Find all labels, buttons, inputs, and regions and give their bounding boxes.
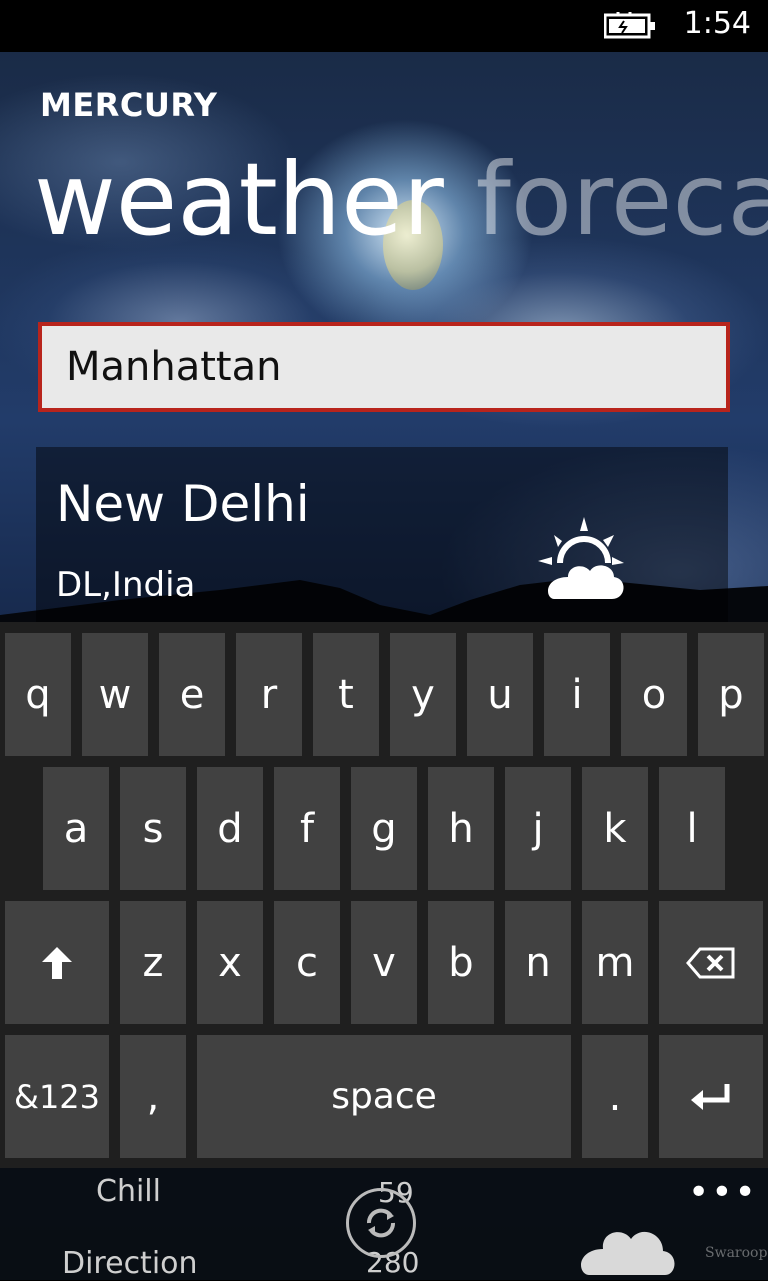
key-i[interactable]: i [544, 633, 610, 756]
key-j[interactable]: j [505, 767, 571, 890]
search-input[interactable] [42, 326, 726, 408]
clock: 1:54 [683, 6, 751, 41]
key-n[interactable]: n [505, 901, 571, 1024]
refresh-icon [366, 1208, 396, 1238]
key-b[interactable]: b [428, 901, 494, 1024]
chill-label: Chill [96, 1174, 161, 1209]
direction-label: Direction [62, 1246, 198, 1281]
pivot-item-forecast[interactable]: foreca [476, 141, 768, 258]
search-field[interactable] [38, 322, 730, 412]
enter-icon [691, 1083, 730, 1110]
key-w[interactable]: w [82, 633, 148, 756]
key-v[interactable]: v [351, 901, 417, 1024]
key-d[interactable]: d [197, 767, 263, 890]
on-screen-keyboard: qwertyuiop asdfghjkl zxcvbnm &123 , spac… [0, 622, 768, 1168]
pivot-header: weather foreca [34, 140, 768, 260]
shift-key[interactable] [5, 901, 109, 1024]
app-title: MERCURY [40, 86, 218, 124]
key-q[interactable]: q [5, 633, 71, 756]
key-h[interactable]: h [428, 767, 494, 890]
key-r[interactable]: r [236, 633, 302, 756]
symbols-key[interactable]: &123 [5, 1035, 109, 1158]
key-a[interactable]: a [43, 767, 109, 890]
enter-key[interactable] [659, 1035, 763, 1158]
key-z[interactable]: z [120, 901, 186, 1024]
key-t[interactable]: t [313, 633, 379, 756]
key-o[interactable]: o [621, 633, 687, 756]
space-key[interactable]: space [197, 1035, 571, 1158]
key-x[interactable]: x [197, 901, 263, 1024]
key-m[interactable]: m [582, 901, 648, 1024]
cloud-icon [581, 1231, 675, 1275]
watermark: SwaroopR [705, 1245, 768, 1261]
backspace-key[interactable] [659, 901, 763, 1024]
city-name: New Delhi [56, 475, 310, 533]
pivot-item-weather[interactable]: weather [34, 141, 444, 258]
battery-charging-icon [604, 12, 655, 39]
key-u[interactable]: u [467, 633, 533, 756]
status-bar: 1:54 [0, 0, 768, 52]
key-e[interactable]: e [159, 633, 225, 756]
key-p[interactable]: p [698, 633, 764, 756]
key-g[interactable]: g [351, 767, 417, 890]
more-options-button[interactable]: ••• [688, 1172, 758, 1213]
comma-key[interactable]: , [120, 1035, 186, 1158]
key-f[interactable]: f [274, 767, 340, 890]
city-card[interactable]: New Delhi DL,India [36, 447, 728, 623]
period-key[interactable]: . [582, 1035, 648, 1158]
key-l[interactable]: l [659, 767, 725, 890]
backspace-icon [686, 947, 735, 978]
key-y[interactable]: y [390, 633, 456, 756]
key-s[interactable]: s [120, 767, 186, 890]
shift-arrow-icon [42, 946, 72, 979]
key-k[interactable]: k [582, 767, 648, 890]
key-c[interactable]: c [274, 901, 340, 1024]
city-region: DL,India [56, 565, 196, 605]
partly-cloudy-icon [538, 517, 624, 599]
refresh-button[interactable] [346, 1188, 416, 1258]
